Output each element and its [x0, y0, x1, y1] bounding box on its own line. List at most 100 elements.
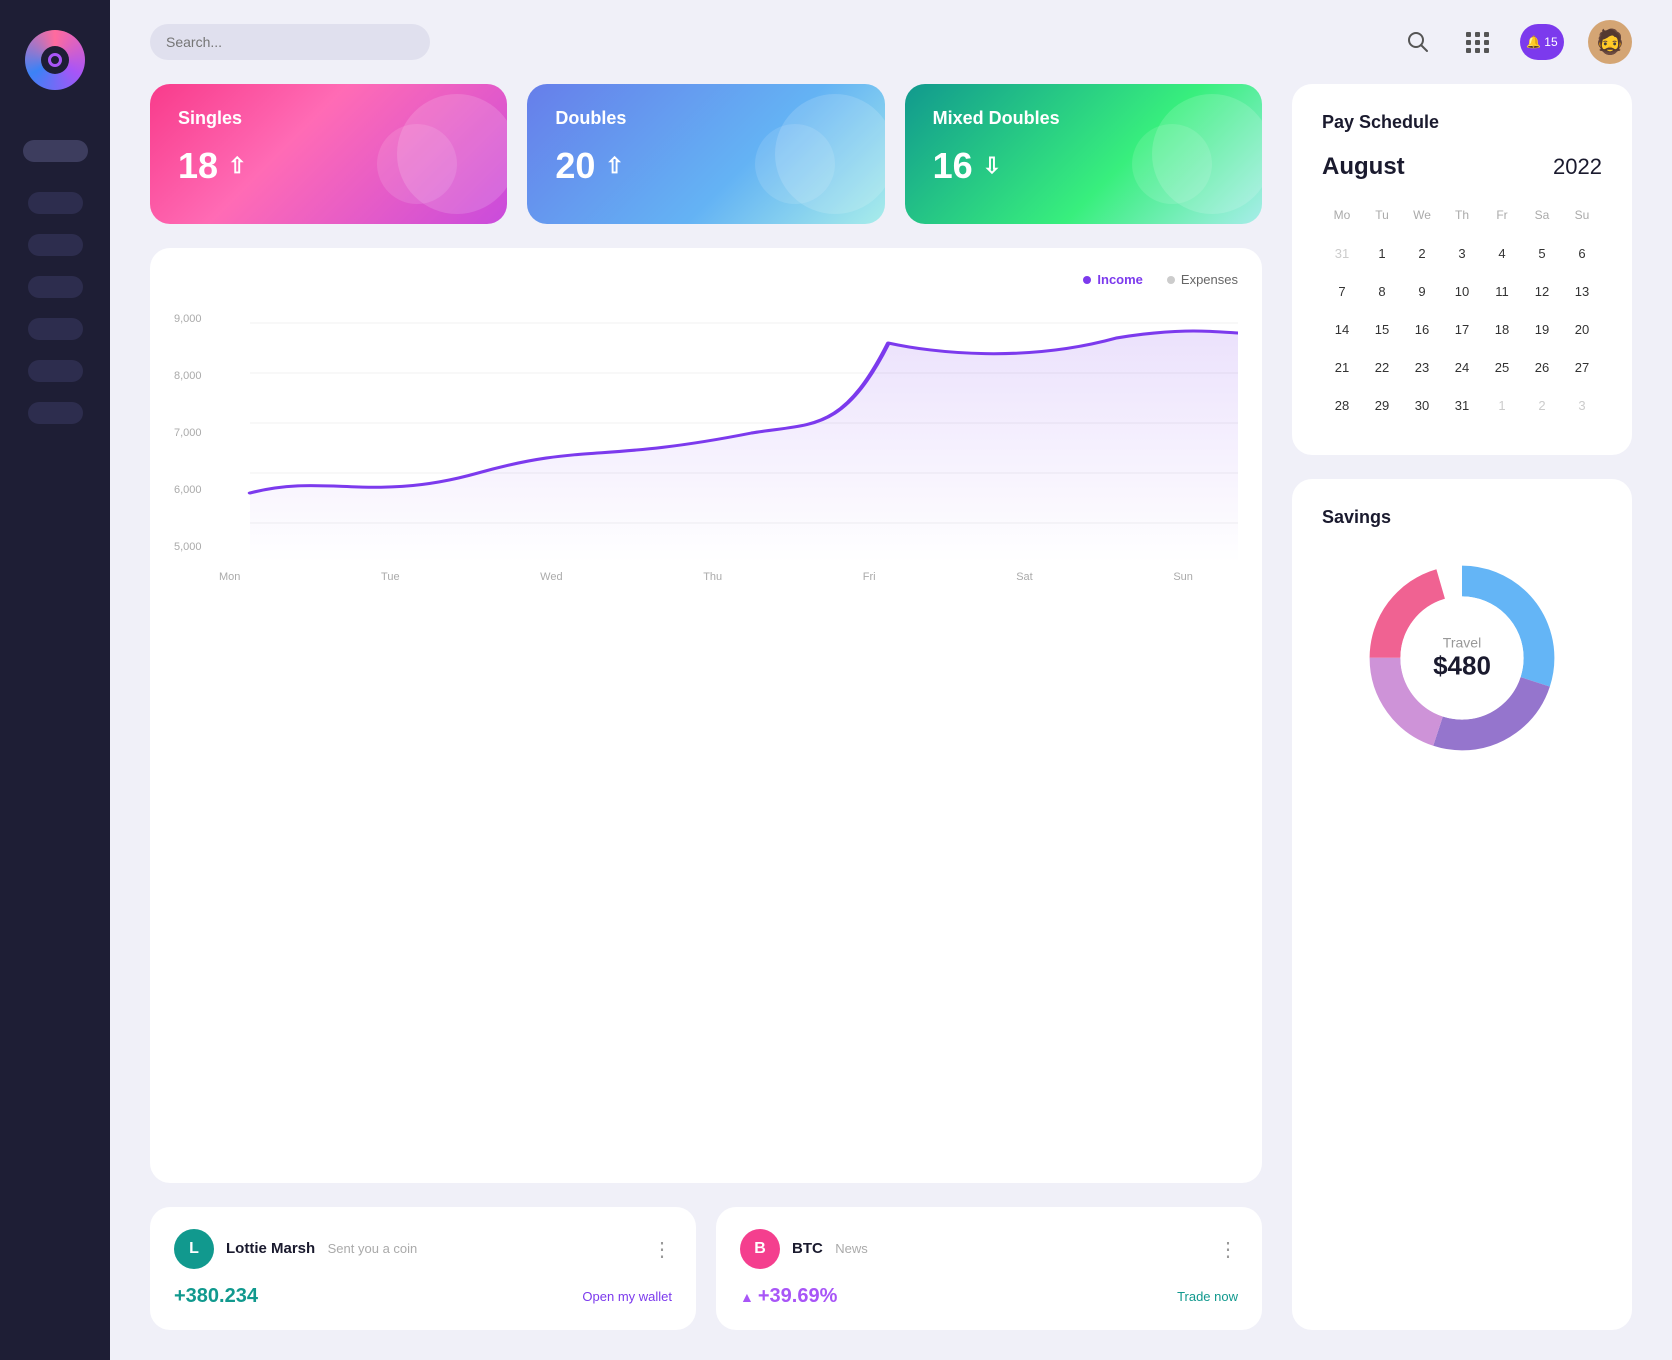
txn-user-lottie: L Lottie Marsh Sent you a coin — [174, 1229, 417, 1269]
cal-day[interactable]: 24 — [1446, 351, 1478, 383]
cal-day[interactable]: 16 — [1406, 313, 1438, 345]
right-column: Pay Schedule August 2022 Mo Tu We Th Fr … — [1292, 84, 1632, 1330]
sidebar-item-messages[interactable] — [28, 360, 83, 382]
cal-day[interactable]: 3 — [1566, 389, 1598, 421]
cal-day[interactable]: 18 — [1486, 313, 1518, 345]
singles-value: 18 ⇧ — [178, 145, 479, 187]
transaction-card-lottie: L Lottie Marsh Sent you a coin ⋮ +380.23… — [150, 1207, 696, 1330]
calendar-day-headers: Mo Tu We Th Fr Sa Su — [1322, 199, 1602, 231]
trade-now-link[interactable]: Trade now — [1177, 1289, 1238, 1304]
cal-day[interactable]: 5 — [1526, 237, 1558, 269]
grid-menu-button[interactable] — [1460, 24, 1496, 60]
cal-day[interactable]: 2 — [1526, 389, 1558, 421]
sidebar-item-wallet[interactable] — [28, 234, 83, 256]
cal-day[interactable]: 15 — [1366, 313, 1398, 345]
search-input[interactable] — [150, 24, 430, 60]
cal-day[interactable]: 11 — [1486, 275, 1518, 307]
btc-name: BTC — [792, 1240, 823, 1257]
mixed-doubles-value: 16 ⇩ — [933, 145, 1234, 187]
notifications-count: 15 — [1544, 35, 1557, 49]
x-axis-labels: Mon Tue Wed Thu Fri Sat Sun — [174, 563, 1238, 583]
sidebar-nav — [28, 192, 83, 424]
y-axis-labels: 9,000 8,000 7,000 6,000 5,000 — [174, 303, 202, 563]
btc-change: ▲ +39.69% — [740, 1285, 837, 1308]
cal-day[interactable]: 4 — [1486, 237, 1518, 269]
cal-day[interactable]: 2 — [1406, 237, 1438, 269]
savings-card: Savings — [1292, 479, 1632, 1330]
sidebar-item-analytics[interactable] — [28, 192, 83, 214]
cal-day[interactable]: 31 — [1326, 237, 1358, 269]
calendar-month: August — [1322, 153, 1405, 181]
cal-day[interactable]: 12 — [1526, 275, 1558, 307]
lottie-subtitle: Sent you a coin — [328, 1241, 418, 1256]
content-area: Singles 18 ⇧ Doubles 20 ⇧ — [110, 84, 1672, 1360]
cal-day[interactable]: 25 — [1486, 351, 1518, 383]
sidebar-item-profile[interactable] — [28, 318, 83, 340]
calendar-title: Pay Schedule — [1322, 112, 1602, 133]
cal-day[interactable]: 13 — [1566, 275, 1598, 307]
calendar-week-1: 31 1 2 3 4 5 6 — [1322, 237, 1602, 269]
calendar-card: Pay Schedule August 2022 Mo Tu We Th Fr … — [1292, 84, 1632, 455]
chart-legend: Income Expenses — [174, 272, 1238, 287]
cal-day[interactable]: 14 — [1326, 313, 1358, 345]
cal-day[interactable]: 22 — [1366, 351, 1398, 383]
cal-day[interactable]: 8 — [1366, 275, 1398, 307]
sidebar-item-home[interactable] — [23, 140, 88, 162]
cal-day[interactable]: 30 — [1406, 389, 1438, 421]
doubles-card: Doubles 20 ⇧ — [527, 84, 884, 224]
donut-label: Travel — [1433, 635, 1491, 651]
cal-day[interactable]: 1 — [1366, 237, 1398, 269]
btc-avatar: B — [740, 1229, 780, 1269]
chart-card: Income Expenses 9,000 8,000 7,000 6,000 … — [150, 248, 1262, 1183]
sidebar-item-help[interactable] — [28, 402, 83, 424]
mixed-doubles-arrow: ⇩ — [983, 153, 1001, 179]
left-column: Singles 18 ⇧ Doubles 20 ⇧ — [150, 84, 1262, 1330]
transaction-card-btc: B BTC News ⋮ ▲ +39.69% — [716, 1207, 1262, 1330]
lottie-avatar: L — [174, 1229, 214, 1269]
sidebar — [0, 0, 110, 1360]
cal-day[interactable]: 19 — [1526, 313, 1558, 345]
btc-trend-icon: ▲ — [740, 1289, 754, 1305]
doubles-arrow: ⇧ — [605, 153, 623, 179]
app-logo[interactable] — [25, 30, 85, 90]
doubles-label: Doubles — [555, 108, 856, 129]
cal-day[interactable]: 6 — [1566, 237, 1598, 269]
lottie-amount-row: +380.234 Open my wallet — [174, 1285, 672, 1308]
bell-icon: 🔔 — [1526, 35, 1541, 49]
search-button[interactable] — [1400, 24, 1436, 60]
user-avatar[interactable]: 🧔 — [1588, 20, 1632, 64]
cal-day[interactable]: 29 — [1366, 389, 1398, 421]
cal-day[interactable]: 21 — [1326, 351, 1358, 383]
cal-day[interactable]: 20 — [1566, 313, 1598, 345]
txn-header-btc: B BTC News ⋮ — [740, 1229, 1238, 1269]
line-chart-svg — [174, 303, 1238, 563]
calendar-week-5: 28 29 30 31 1 2 3 — [1322, 389, 1602, 421]
singles-label: Singles — [178, 108, 479, 129]
lottie-name: Lottie Marsh — [226, 1240, 315, 1257]
calendar-year: 2022 — [1553, 154, 1602, 180]
cal-day[interactable]: 31 — [1446, 389, 1478, 421]
btc-amount-row: ▲ +39.69% Trade now — [740, 1285, 1238, 1308]
cal-day[interactable]: 1 — [1486, 389, 1518, 421]
lottie-more-button[interactable]: ⋮ — [652, 1237, 672, 1262]
expenses-dot — [1167, 276, 1175, 284]
donut-chart: Travel $480 — [1352, 548, 1572, 768]
sidebar-item-settings[interactable] — [28, 276, 83, 298]
notifications-button[interactable]: 🔔 15 — [1520, 24, 1564, 60]
calendar-week-2: 7 8 9 10 11 12 13 — [1322, 275, 1602, 307]
cal-day[interactable]: 26 — [1526, 351, 1558, 383]
cal-day[interactable]: 9 — [1406, 275, 1438, 307]
cal-day[interactable]: 7 — [1326, 275, 1358, 307]
cal-day[interactable]: 10 — [1446, 275, 1478, 307]
open-wallet-link[interactable]: Open my wallet — [582, 1289, 672, 1304]
header: 🔔 15 🧔 — [110, 0, 1672, 84]
cal-day[interactable]: 28 — [1326, 389, 1358, 421]
income-dot — [1083, 276, 1091, 284]
cal-day[interactable]: 27 — [1566, 351, 1598, 383]
calendar-grid: Mo Tu We Th Fr Sa Su 31 1 2 3 4 — [1322, 199, 1602, 421]
cal-day[interactable]: 3 — [1446, 237, 1478, 269]
cal-day[interactable]: 23 — [1406, 351, 1438, 383]
singles-arrow: ⇧ — [228, 153, 246, 179]
cal-day[interactable]: 17 — [1446, 313, 1478, 345]
btc-more-button[interactable]: ⋮ — [1218, 1237, 1238, 1262]
